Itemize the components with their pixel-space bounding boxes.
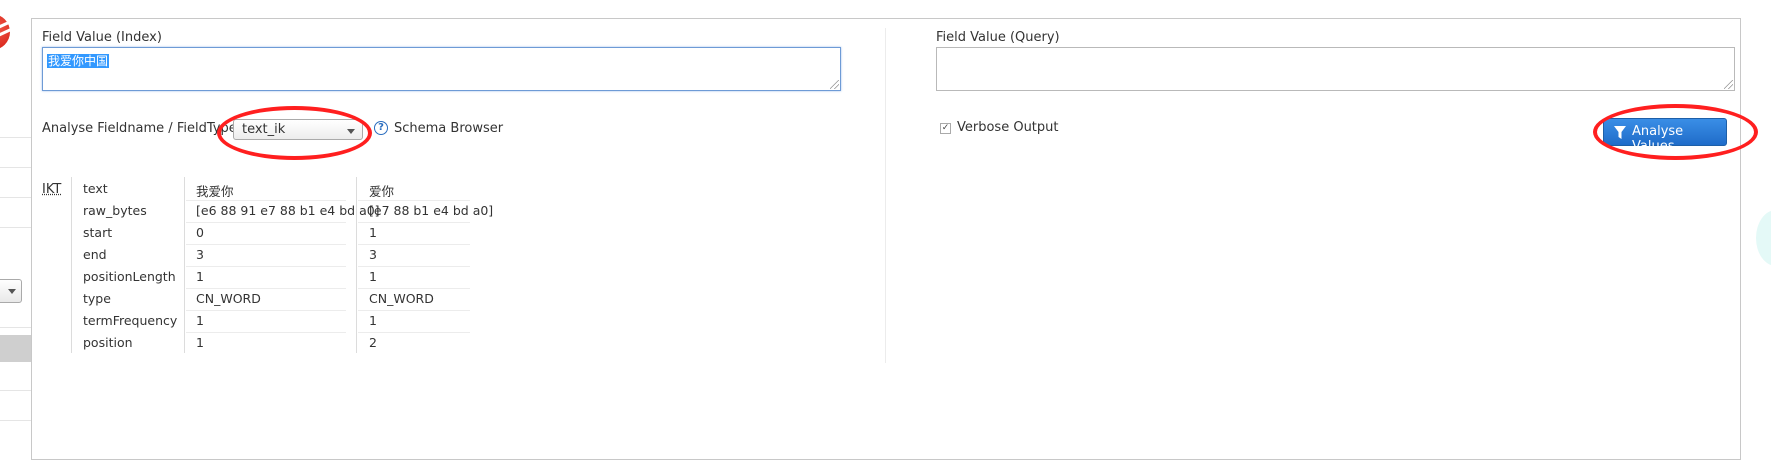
index-value-text: 我爱你中国 [47, 54, 110, 68]
token-cell: 1 [196, 269, 204, 284]
floating-widget[interactable] [1756, 210, 1771, 266]
sidebar-divider [0, 390, 31, 391]
query-value-input[interactable] [936, 47, 1735, 91]
resize-grip-icon[interactable] [830, 80, 839, 89]
attribute-label: end [83, 247, 107, 262]
sidebar-item-analysis[interactable] [0, 335, 31, 362]
sidebar [0, 0, 31, 438]
fieldtype-selected: text_ik [242, 122, 286, 137]
fieldtype-label: Analyse Fieldname / FieldType: [42, 121, 242, 136]
schema-browser-link[interactable]: Schema Browser [394, 121, 503, 136]
sidebar-divider [0, 327, 31, 328]
analyzer-name: IKT [42, 182, 62, 197]
analyse-values-button[interactable]: Analyse Values [1603, 118, 1727, 154]
index-value-input[interactable]: 我爱你中国 [42, 47, 841, 91]
row-divider [358, 288, 470, 289]
column-divider [885, 28, 886, 363]
chevron-down-icon [347, 129, 355, 134]
attribute-label: raw_bytes [83, 203, 147, 218]
chevron-down-icon [8, 289, 16, 294]
attribute-label: type [83, 291, 111, 306]
sidebar-divider [0, 197, 31, 198]
token-cell: 0 [196, 225, 204, 240]
attribute-label: position [83, 335, 133, 350]
token-cell: 1 [196, 335, 204, 350]
resize-grip-icon[interactable] [1724, 80, 1733, 89]
row-divider [186, 244, 346, 245]
attribute-label: text [83, 181, 108, 196]
token-cell: CN_WORD [196, 291, 261, 306]
token-cell: 1 [369, 225, 377, 240]
query-label: Field Value (Query) [936, 30, 1060, 45]
row-divider [358, 310, 470, 311]
token-cell: [e7 88 b1 e4 bd a0] [369, 203, 494, 218]
row-divider [186, 200, 346, 201]
sidebar-divider [0, 420, 31, 421]
token-cell: CN_WORD [369, 291, 434, 306]
attribute-label: positionLength [83, 269, 176, 284]
table-divider [71, 177, 72, 353]
token-cell: 3 [196, 247, 204, 262]
row-divider [186, 332, 346, 333]
token-cell: 1 [369, 313, 377, 328]
row-divider [186, 288, 346, 289]
row-divider [358, 266, 470, 267]
row-divider [186, 310, 346, 311]
help-icon[interactable]: ? [374, 121, 388, 135]
verbose-output-checkbox[interactable]: ✓ [940, 123, 951, 134]
token-cell: [e6 88 91 e7 88 b1 e4 bd a0] [196, 203, 380, 218]
filter-icon [1614, 126, 1626, 139]
row-divider [186, 266, 346, 267]
token-cell: 2 [369, 335, 377, 350]
verbose-output-label: Verbose Output [957, 120, 1059, 135]
index-label: Field Value (Index) [42, 30, 162, 45]
row-divider [186, 222, 346, 223]
sidebar-divider [0, 227, 31, 228]
fieldtype-select[interactable]: text_ik [233, 119, 363, 140]
token-cell: 3 [369, 247, 377, 262]
solr-logo-icon [0, 14, 12, 50]
attribute-label: start [83, 225, 113, 240]
table-divider [184, 177, 185, 353]
row-divider [358, 244, 470, 245]
row-divider [358, 200, 470, 201]
sidebar-divider [0, 167, 31, 168]
attribute-label: termFrequency [83, 313, 178, 328]
token-cell: 爱你 [369, 184, 395, 199]
sidebar-divider [0, 137, 31, 138]
token-cell: 1 [369, 269, 377, 284]
row-divider [358, 332, 470, 333]
core-selector[interactable] [0, 279, 22, 303]
token-cell: 1 [196, 313, 204, 328]
row-divider [358, 222, 470, 223]
token-cell: 我爱你 [196, 184, 234, 199]
